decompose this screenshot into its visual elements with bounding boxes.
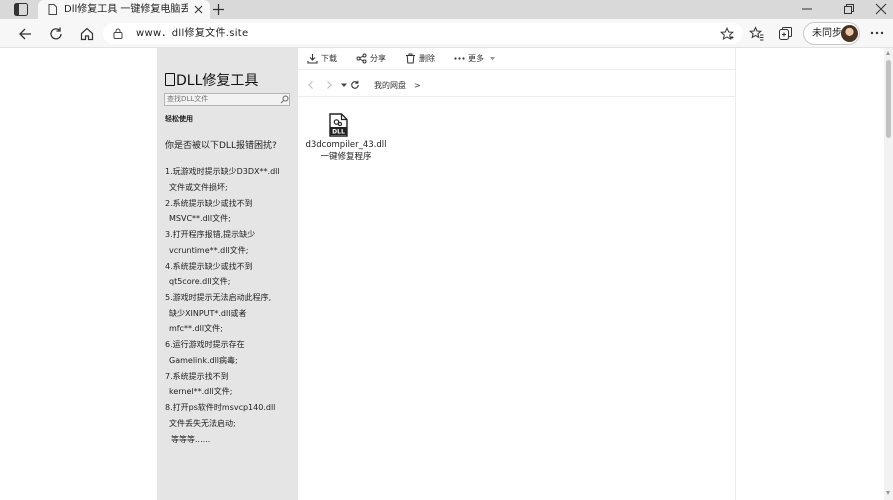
search-icon[interactable] <box>280 95 289 104</box>
download-icon <box>307 54 318 64</box>
delete-label: 删除 <box>419 54 435 63</box>
avatar <box>841 25 858 42</box>
delete-button[interactable]: 删除 <box>405 51 437 67</box>
url-text[interactable]: www．dll修复文件.site <box>136 27 248 40</box>
more-dots-icon <box>454 57 465 60</box>
list-item: 文件丢失无法启动; <box>169 419 236 428</box>
window-close-icon[interactable] <box>875 3 887 15</box>
easy-use-label[interactable]: 轻松使用 <box>165 114 193 124</box>
page-icon <box>48 4 57 15</box>
file-subtitle[interactable]: 一键修复程序 <box>304 152 388 163</box>
scroll-up-arrow-icon[interactable] <box>886 51 890 55</box>
more-icon[interactable] <box>870 31 884 35</box>
file-panel: 下载 分享 删除 更多 我的网盘 > DLL d3dcompiler_43.dl… <box>298 48 736 500</box>
file-name[interactable]: d3dcompiler_43.dll <box>304 140 388 151</box>
lock-icon[interactable] <box>113 28 123 39</box>
chevron-down-icon <box>490 57 495 61</box>
share-icon <box>356 53 367 64</box>
back-icon[interactable] <box>17 26 33 42</box>
share-button[interactable]: 分享 <box>356 51 388 67</box>
list-item: mfc**.dll文件; <box>169 324 223 333</box>
file-icon <box>165 73 175 86</box>
list-item: 6.运行游戏时提示存在 <box>165 340 245 349</box>
web-page: DLL修复工具 轻松使用 你是否被以下DLL报错困扰? 1.玩游戏时提示缺少D3… <box>0 48 884 500</box>
favorite-star-icon[interactable] <box>720 27 734 41</box>
download-button[interactable]: 下载 <box>307 51 339 67</box>
scroll-down-arrow-icon[interactable] <box>886 491 890 495</box>
download-label: 下载 <box>321 54 337 63</box>
file-toolbar: 下载 分享 删除 更多 <box>298 48 736 70</box>
breadcrumb[interactable]: 我的网盘 > <box>374 80 421 91</box>
more-label: 更多 <box>468 54 484 63</box>
list-item: MSVC**.dll文件; <box>169 214 231 223</box>
restore-icon[interactable] <box>843 3 855 15</box>
site-logo[interactable]: DLL修复工具 <box>165 72 258 90</box>
address-bar[interactable]: www．dll修复文件.site <box>103 23 743 44</box>
search-box[interactable] <box>164 93 290 106</box>
list-item: 2.系统提示缺少或找不到 <box>165 199 253 208</box>
collections-icon[interactable] <box>778 26 793 41</box>
more-menu-button[interactable]: 更多 <box>454 51 496 67</box>
scroll-thumb[interactable] <box>886 60 891 138</box>
list-item: 5.游戏时提示无法启动此程序, <box>165 293 272 302</box>
list-item: kernel**.dll文件; <box>169 387 233 396</box>
dll-icon-label: DLL <box>332 129 345 136</box>
list-item: vcruntime**.dll文件; <box>169 246 249 255</box>
list-item: 文件或文件损坏; <box>169 183 228 192</box>
list-item: 缺少XINPUT*.dll或者 <box>169 309 247 318</box>
favorites-icon[interactable] <box>749 26 764 41</box>
home-icon[interactable] <box>79 26 95 42</box>
search-input[interactable] <box>167 94 277 105</box>
sync-label: 未同步 <box>812 28 842 39</box>
scrollbar[interactable] <box>884 48 893 500</box>
tab-title: Dll修复工具 一键修复电脑丢失D <box>64 4 188 15</box>
navigation-bar: 我的网盘 > <box>298 75 736 97</box>
list-item: 7.系统提示找不到 <box>165 372 229 381</box>
minimize-icon[interactable] <box>801 3 813 15</box>
file-item[interactable]: DLL d3dcompiler_43.dll 一键修复程序 <box>304 113 388 165</box>
site-logo-text: DLL修复工具 <box>176 73 259 89</box>
share-label: 分享 <box>370 54 386 63</box>
sidebar: DLL修复工具 轻松使用 你是否被以下DLL报错困扰? 1.玩游戏时提示缺少D3… <box>157 48 298 500</box>
forward-arrow-icon[interactable] <box>324 80 334 90</box>
history-dropdown-icon[interactable] <box>339 80 349 90</box>
refresh-icon[interactable] <box>48 26 64 42</box>
list-item: 3.打开程序报错,提示缺少 <box>165 230 256 239</box>
browser-tab[interactable]: Dll修复工具 一键修复电脑丢失D <box>38 0 210 19</box>
trash-icon <box>406 53 415 64</box>
list-item: 等等等...... <box>171 435 211 444</box>
list-item: qt5core.dll文件; <box>169 277 231 286</box>
new-tab-icon[interactable] <box>212 3 225 16</box>
browser-toolbar: www．dll修复文件.site 未同步 <box>0 19 893 48</box>
back-arrow-icon[interactable] <box>306 80 316 90</box>
list-item: Gamelink.dll病毒; <box>169 356 238 365</box>
list-item: 4.系统提示缺少或找不到 <box>165 262 253 271</box>
question-heading: 你是否被以下DLL报错困扰? <box>165 141 277 151</box>
refresh-icon[interactable] <box>350 80 360 90</box>
profile-sync-button[interactable]: 未同步 <box>803 22 860 45</box>
close-icon[interactable] <box>193 4 204 15</box>
list-item: 8.打开ps软件时msvcp140.dll <box>165 403 276 412</box>
dll-file-icon: DLL <box>329 113 348 137</box>
tab-strip: Dll修复工具 一键修复电脑丢失D <box>0 0 893 19</box>
tab-actions-icon[interactable] <box>14 3 28 16</box>
list-item: 1.玩游戏时提示缺少D3DX**.dll <box>165 167 280 176</box>
